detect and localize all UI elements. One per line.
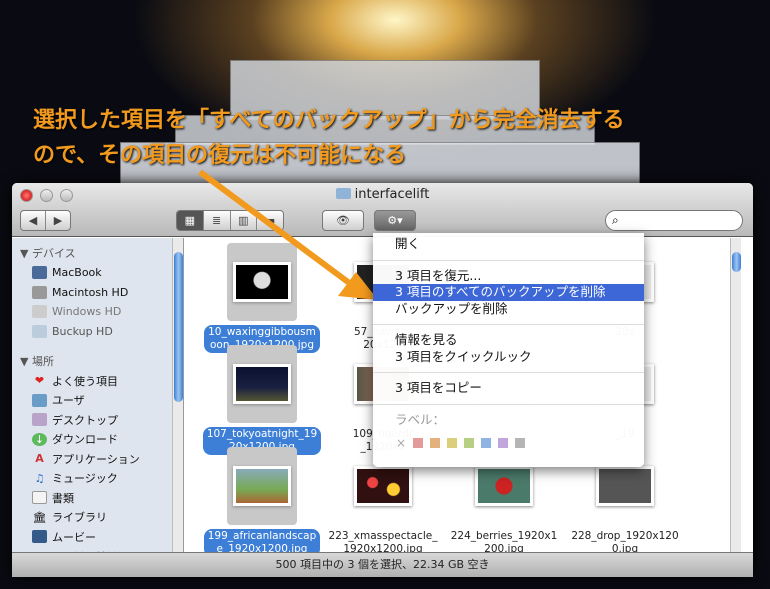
label-color-swatch[interactable] bbox=[481, 438, 492, 448]
menu-separator bbox=[373, 259, 644, 261]
menu-item-open[interactable]: 開く bbox=[373, 236, 644, 253]
menu-item-quicklook[interactable]: 3 項目をクイックルック bbox=[373, 349, 644, 366]
label-color-swatch[interactable] bbox=[447, 438, 458, 448]
menu-item-delete-all-backups[interactable]: 3 項目のすべてのバックアップを削除 bbox=[373, 284, 644, 301]
action-menu: 開く 3 項目を復元... 3 項目のすべてのバックアップを削除 バックアップを… bbox=[373, 233, 644, 467]
menu-label-heading: ラベル： bbox=[395, 411, 446, 427]
menu-item-get-info[interactable]: 情報を見る bbox=[373, 332, 644, 349]
label-color-swatch[interactable] bbox=[413, 438, 424, 448]
label-color-swatch[interactable] bbox=[430, 438, 441, 448]
label-color-swatch[interactable] bbox=[464, 438, 475, 448]
menu-separator bbox=[373, 372, 644, 373]
label-color-swatch[interactable] bbox=[515, 438, 526, 448]
menu-item-copy[interactable]: 3 項目をコピー bbox=[373, 380, 644, 397]
menu-separator bbox=[373, 324, 644, 325]
menu-item-delete-backup[interactable]: バックアップを削除 bbox=[373, 301, 644, 318]
label-color-swatch[interactable] bbox=[498, 438, 509, 448]
menu-item-restore[interactable]: 3 項目を復元... bbox=[373, 268, 644, 285]
label-none-button[interactable]: × bbox=[396, 436, 406, 450]
menu-separator bbox=[373, 403, 644, 405]
